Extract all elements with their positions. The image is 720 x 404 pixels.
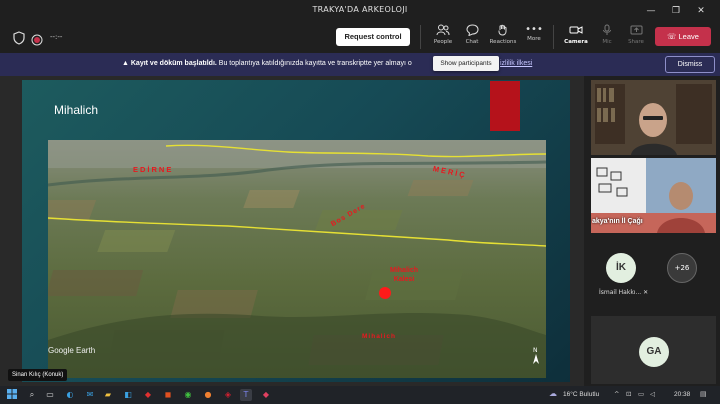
chat-label: Chat <box>465 39 479 45</box>
app-icon-red[interactable]: ◈ <box>222 389 234 401</box>
google-earth-map: N <box>48 140 546 378</box>
phone-icon: ☏ <box>667 32 679 41</box>
participant-video-1[interactable] <box>591 80 716 155</box>
window-title: TRAKYA'DA ARKEOLOJI <box>312 5 408 14</box>
chat-button[interactable]: Chat <box>457 24 487 50</box>
camera-icon <box>561 24 591 39</box>
clock[interactable]: 20:38 <box>674 391 690 398</box>
mic-label: Mic <box>602 39 612 45</box>
reactions-button[interactable]: Reactions <box>488 24 518 50</box>
label-mihalich-kalesi-line1: Mihalich <box>390 267 419 274</box>
participant-name: İsmail Hakkı... ✕ <box>599 289 648 296</box>
app-icon-pink[interactable]: ◆ <box>260 389 272 401</box>
toolbar-divider <box>553 25 554 49</box>
tray-chevron-icon[interactable]: ^ <box>614 390 619 398</box>
more-icon: ••• <box>525 24 543 35</box>
store-icon[interactable]: ◧ <box>122 389 134 401</box>
people-icon <box>428 24 458 39</box>
more-button[interactable]: ••• More <box>519 24 549 50</box>
banner-text: ▲ Kayıt ve döküm başlatıldı. Bu toplantı… <box>122 60 412 67</box>
edge-icon[interactable]: ◐ <box>64 389 76 401</box>
chat-icon <box>457 24 487 39</box>
label-mihalich-kalesi-line2: Kalesi <box>393 276 415 283</box>
warning-icon: ▲ <box>122 60 131 67</box>
avatar-initials: GA <box>639 337 669 367</box>
participant-avatar-ik[interactable]: İK <box>606 253 636 283</box>
task-view-icon[interactable]: ▭ <box>44 389 56 401</box>
acrobat-icon[interactable]: ◆ <box>142 389 154 401</box>
label-mihalich-kalesi: Mihalich Kalesi <box>390 266 418 284</box>
leave-label: Leave <box>678 32 699 41</box>
firefox-icon[interactable]: ● <box>202 389 214 401</box>
battery-icon[interactable]: ▭ <box>638 390 644 398</box>
shield-icon[interactable] <box>12 30 26 45</box>
leave-button[interactable]: ☏ Leave <box>655 27 711 46</box>
google-earth-watermark: Google Earth <box>48 346 96 355</box>
reactions-label: Reactions <box>489 39 517 45</box>
mic-button[interactable]: Mic <box>592 24 622 50</box>
people-button[interactable]: People <box>428 24 458 50</box>
windows-start-icon[interactable] <box>6 389 18 401</box>
banner-bold: Kayıt ve döküm başlatıldı. <box>130 60 217 67</box>
more-participants-button[interactable]: +26 <box>667 253 697 283</box>
restore-button[interactable]: ❐ <box>668 3 684 19</box>
privacy-link[interactable]: izlilik ilkesi <box>500 60 532 67</box>
label-mihalich: Mihalich <box>362 333 397 340</box>
svg-text:N: N <box>533 347 538 354</box>
presenter-name-tag: Sinan Kılıç (Konuk) <box>8 369 68 381</box>
weather-icon: ☁ <box>549 389 557 398</box>
minimize-button[interactable]: — <box>643 3 659 19</box>
volume-icon[interactable]: ◁ <box>650 390 655 398</box>
toolbar-divider <box>420 25 421 49</box>
request-control-button[interactable]: Request control <box>336 28 410 46</box>
teams-icon[interactable]: T <box>240 389 252 401</box>
slide-title: Mihalich <box>54 103 99 117</box>
network-icon[interactable]: ⊡ <box>626 390 631 398</box>
dismiss-button[interactable]: Dismiss <box>665 56 715 73</box>
shared-thumbnail-caption: akya'nın İl Çağı <box>592 218 643 225</box>
camera-label: Camera <box>564 39 588 45</box>
show-participants-tooltip: Show participants <box>433 56 499 71</box>
weather-text[interactable]: 16°C Bulutlu <box>563 391 599 398</box>
close-window-button[interactable]: ✕ <box>693 3 709 19</box>
share-icon <box>621 24 651 39</box>
search-icon[interactable]: ⌕ <box>26 389 38 401</box>
participant-avatar-ga[interactable]: GA <box>639 337 669 367</box>
mail-icon[interactable]: ✉ <box>84 389 96 401</box>
file-explorer-icon[interactable]: ▰ <box>102 389 114 401</box>
avatar-initials: İK <box>606 253 636 283</box>
notifications-icon[interactable]: ▤ <box>700 390 707 398</box>
powerpoint-icon[interactable]: ◼ <box>162 389 174 401</box>
chrome-icon[interactable]: ◉ <box>182 389 194 401</box>
label-edirne: EDİRNE <box>133 165 174 174</box>
microphone-icon <box>592 24 622 39</box>
people-label: People <box>433 39 453 45</box>
reactions-icon <box>488 24 518 39</box>
banner-message: Bu toplantıya katıldığınızda kayıtta ve … <box>218 60 412 67</box>
camera-button[interactable]: Camera <box>561 24 591 50</box>
slide-red-accent <box>490 81 520 131</box>
participant-name-text: İsmail Hakkı... <box>599 289 642 296</box>
meeting-timer: --:-- <box>50 33 63 41</box>
mic-off-icon: ✕ <box>643 289 649 296</box>
recording-icon <box>31 31 43 46</box>
share-label: Share <box>628 39 644 45</box>
more-label: More <box>527 36 541 42</box>
share-button[interactable]: Share <box>621 24 651 50</box>
